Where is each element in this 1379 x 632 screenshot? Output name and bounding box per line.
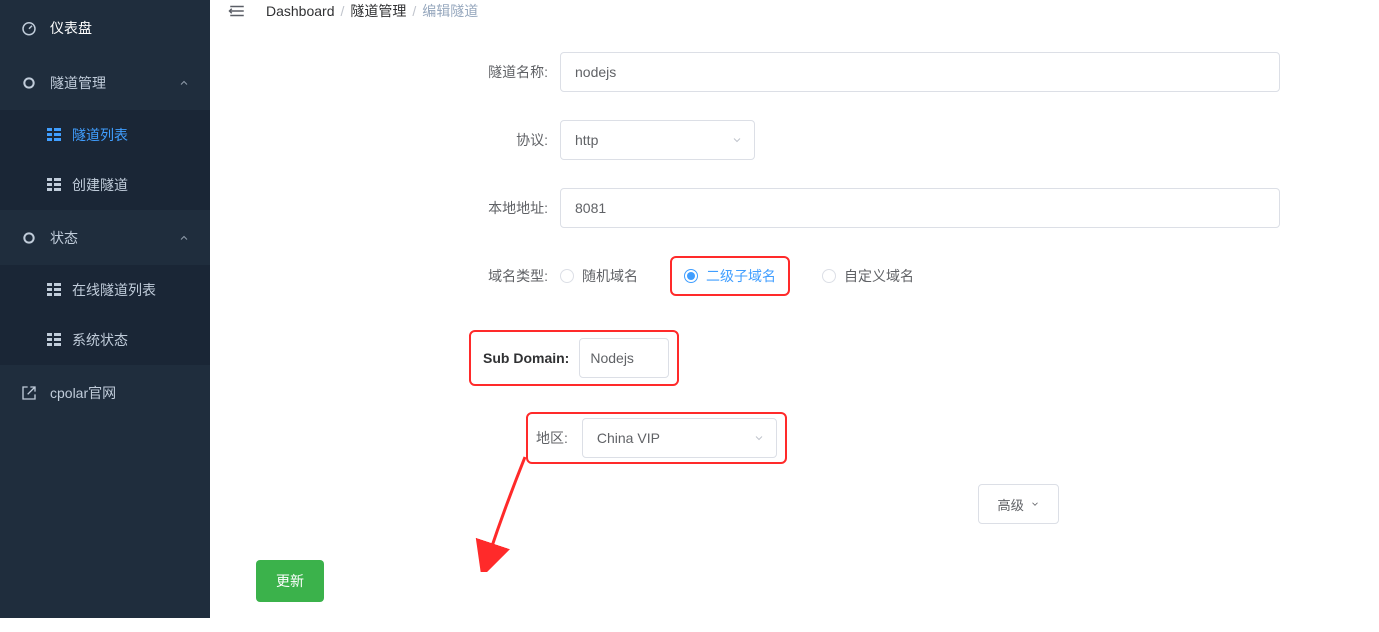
radio-subdomain[interactable]: 二级子域名: [684, 266, 776, 286]
tunnel-name-input[interactable]: [560, 52, 1280, 92]
highlight-subdomain-field: Sub Domain:: [469, 330, 679, 386]
sidebar-item-label: 隧道管理: [50, 73, 106, 93]
radio-circle-icon: [684, 269, 698, 283]
row-domain-type: 域名类型: 随机域名 二级子域名 自定义域名: [220, 256, 1349, 296]
sidebar-sub-label: 系统状态: [72, 330, 128, 350]
update-label: 更新: [276, 571, 304, 591]
protocol-label: 协议:: [220, 130, 560, 150]
advanced-button[interactable]: 高级: [978, 484, 1059, 524]
grid-icon: [46, 282, 62, 298]
radio-label: 随机域名: [582, 266, 638, 286]
protocol-select[interactable]: http: [560, 120, 755, 160]
sidebar-sub-tunnel-list[interactable]: 隧道列表: [0, 110, 210, 160]
tunnel-name-label: 隧道名称:: [220, 62, 560, 82]
local-addr-label: 本地地址:: [220, 198, 560, 218]
sidebar-sub-online-tunnels[interactable]: 在线隧道列表: [0, 265, 210, 315]
row-local-addr: 本地地址:: [220, 188, 1349, 228]
sidebar: 仪表盘 隧道管理 隧道列表 创建隧道 状态 在线隧道列表: [0, 0, 210, 618]
sidebar-sub-system-status[interactable]: 系统状态: [0, 315, 210, 365]
sidebar-item-tunnel-mgmt[interactable]: 隧道管理: [0, 55, 210, 110]
caret-down-icon: [1030, 499, 1040, 509]
breadcrumb-edit-tunnel: 编辑隧道: [422, 1, 478, 21]
form-content: 隧道名称: 协议: http 本地地址: 域名类型:: [210, 22, 1379, 632]
radio-circle-icon: [560, 269, 574, 283]
main: Dashboard / 隧道管理 / 编辑隧道 隧道名称: 协议: http 本: [210, 0, 1379, 618]
subdomain-input[interactable]: [579, 338, 669, 378]
sidebar-item-label: 仪表盘: [50, 18, 92, 38]
radio-circle-icon: [822, 269, 836, 283]
radio-label: 自定义域名: [844, 266, 914, 286]
gauge-icon: [20, 19, 38, 37]
region-select[interactable]: China VIP: [582, 418, 777, 458]
breadcrumb-dashboard[interactable]: Dashboard: [266, 3, 335, 19]
breadcrumb-sep: /: [341, 3, 345, 19]
row-advanced: 高级: [220, 484, 1349, 524]
ring-icon: [20, 229, 38, 247]
breadcrumb-sep: /: [412, 3, 416, 19]
breadcrumb-tunnel-mgmt[interactable]: 隧道管理: [350, 1, 406, 21]
grid-icon: [46, 332, 62, 348]
sidebar-item-status[interactable]: 状态: [0, 210, 210, 265]
breadcrumb: Dashboard / 隧道管理 / 编辑隧道: [266, 1, 478, 21]
chevron-up-icon: [178, 232, 190, 244]
ring-icon: [20, 74, 38, 92]
domain-type-label: 域名类型:: [220, 266, 560, 286]
domain-type-radio-group: 随机域名 二级子域名 自定义域名: [560, 256, 914, 296]
subdomain-label: Sub Domain:: [479, 350, 579, 366]
grid-icon: [46, 177, 62, 193]
sidebar-sub-label: 创建隧道: [72, 175, 128, 195]
highlight-subdomain: 二级子域名: [670, 256, 790, 296]
sidebar-sub-label: 在线隧道列表: [72, 280, 156, 300]
sidebar-sub-create-tunnel[interactable]: 创建隧道: [0, 160, 210, 210]
sidebar-sub-label: 隧道列表: [72, 125, 128, 145]
external-link-icon: [20, 384, 38, 402]
local-addr-input[interactable]: [560, 188, 1280, 228]
topbar: Dashboard / 隧道管理 / 编辑隧道: [210, 0, 1379, 22]
collapse-sidebar-icon[interactable]: [226, 0, 248, 22]
radio-label: 二级子域名: [706, 266, 776, 286]
row-region: 地区: China VIP: [220, 412, 1349, 464]
sidebar-item-label: 状态: [50, 228, 78, 248]
radio-random-domain[interactable]: 随机域名: [560, 266, 638, 286]
chevron-up-icon: [178, 77, 190, 89]
grid-icon: [46, 127, 62, 143]
highlight-region: 地区: China VIP: [526, 412, 787, 464]
radio-custom-domain[interactable]: 自定义域名: [822, 266, 914, 286]
row-tunnel-name: 隧道名称:: [220, 52, 1349, 92]
row-subdomain: Sub Domain:: [220, 330, 1349, 386]
update-button[interactable]: 更新: [256, 560, 324, 602]
region-label: 地区:: [536, 428, 572, 448]
sidebar-item-dashboard[interactable]: 仪表盘: [0, 0, 210, 55]
sidebar-item-label: cpolar官网: [50, 383, 116, 403]
sidebar-item-cpolar-site[interactable]: cpolar官网: [0, 365, 210, 420]
row-protocol: 协议: http: [220, 120, 1349, 160]
advanced-label: 高级: [997, 495, 1024, 514]
